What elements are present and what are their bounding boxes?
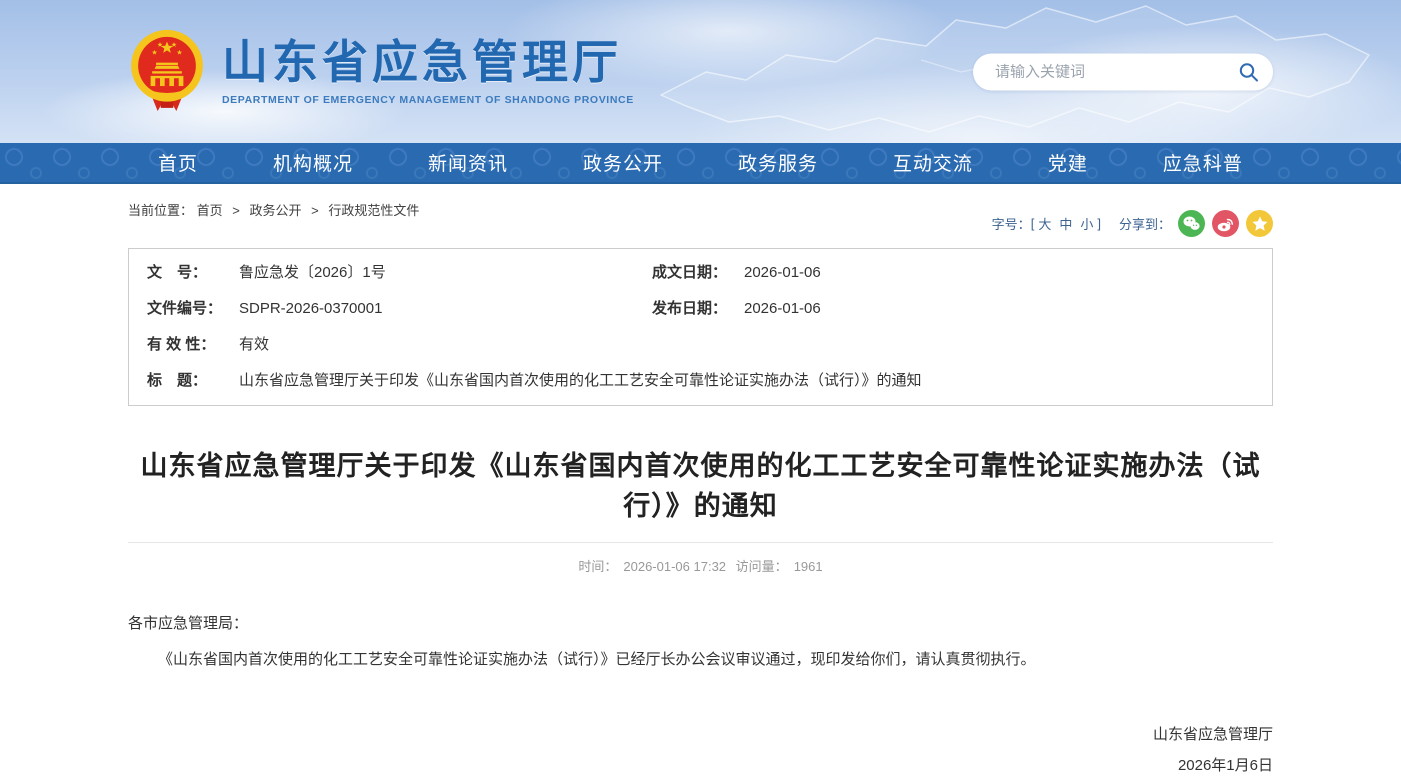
time-value: 2026-01-06 17:32 — [623, 559, 726, 574]
nav-item-interaction[interactable]: 互动交流 — [893, 149, 973, 176]
table-row: 文件编号： SDPR-2026-0370001 发布日期： 2026-01-06 — [129, 291, 1272, 327]
nav-item-gov-disclosure[interactable]: 政务公开 — [583, 149, 663, 176]
breadcrumb-regulatory-docs[interactable]: 行政规范性文件 — [328, 203, 419, 218]
font-size-bracket-open: [ — [1031, 216, 1035, 231]
site-logo[interactable]: 山东省应急管理厅 DEPARTMENT OF EMERGENCY MANAGEM… — [128, 28, 634, 116]
doc-title-value: 山东省应急管理厅关于印发《山东省国内首次使用的化工工艺安全可靠性论证实施办法（试… — [239, 371, 922, 391]
article-meta: 时间： 2026-01-06 17:32 访问量： 1961 — [128, 542, 1273, 575]
site-subtitle: DEPARTMENT OF EMERGENCY MANAGEMENT OF SH… — [222, 94, 634, 106]
breadcrumb-separator: > — [311, 203, 319, 218]
table-row: 标 题： 山东省应急管理厅关于印发《山东省国内首次使用的化工工艺安全可靠性论证实… — [129, 363, 1272, 399]
breadcrumb-gov-disclosure[interactable]: 政务公开 — [250, 203, 302, 218]
search-box — [973, 53, 1273, 90]
share-wechat-button[interactable] — [1178, 210, 1205, 237]
search-button[interactable] — [1238, 61, 1273, 82]
breadcrumb-prefix: 当前位置： — [128, 203, 193, 218]
signature-date: 2026年1月6日 — [128, 750, 1273, 781]
font-size-large[interactable]: 大 — [1038, 214, 1051, 233]
nav-item-emergency-science[interactable]: 应急科普 — [1163, 149, 1243, 176]
visits-label: 访问量： — [736, 559, 788, 574]
validity-label: 有 效 性： — [147, 335, 239, 355]
share-favorite-button[interactable] — [1246, 210, 1273, 237]
doc-title-label: 标 题： — [147, 371, 239, 391]
publish-date-label: 发布日期： — [652, 299, 744, 319]
article-body: 各市应急管理局： 《山东省国内首次使用的化工工艺安全可靠性论证实施办法（试行）》… — [128, 611, 1273, 781]
publish-date-value: 2026-01-06 — [744, 299, 821, 319]
main-nav: 首页 机构概况 新闻资讯 政务公开 政务服务 互动交流 党建 应急科普 — [0, 143, 1401, 184]
file-code-value: SDPR-2026-0370001 — [239, 299, 382, 319]
article-signature: 山东省应急管理厅 2026年1月6日 — [128, 719, 1273, 781]
font-size-bracket-close: ] — [1097, 216, 1101, 231]
share-label: 分享到： — [1119, 214, 1171, 233]
weibo-icon — [1217, 216, 1234, 232]
document-info-table: 文 号： 鲁应急发〔2026〕1号 成文日期： 2026-01-06 文件编号：… — [128, 248, 1273, 406]
doc-number-value: 鲁应急发〔2026〕1号 — [239, 263, 386, 283]
doc-number-label: 文 号： — [147, 263, 239, 283]
validity-value: 有效 — [239, 335, 269, 355]
visits-value: 1961 — [794, 559, 823, 574]
nav-item-party-building[interactable]: 党建 — [1048, 149, 1088, 176]
font-size-label: 字号： — [992, 214, 1031, 233]
nav-item-news[interactable]: 新闻资讯 — [428, 149, 508, 176]
share-weibo-button[interactable] — [1212, 210, 1239, 237]
search-icon — [1238, 61, 1259, 82]
nav-item-gov-services[interactable]: 政务服务 — [738, 149, 818, 176]
table-row: 文 号： 鲁应急发〔2026〕1号 成文日期： 2026-01-06 — [129, 255, 1272, 291]
page-title: 山东省应急管理厅关于印发《山东省国内首次使用的化工工艺安全可靠性论证实施办法（试… — [128, 446, 1273, 526]
nav-item-about[interactable]: 机构概况 — [273, 149, 353, 176]
breadcrumb-separator: > — [232, 203, 240, 218]
star-icon — [1252, 216, 1268, 232]
time-label: 时间： — [578, 559, 617, 574]
article-salutation: 各市应急管理局： — [128, 611, 1273, 637]
written-date-value: 2026-01-06 — [744, 263, 821, 283]
written-date-label: 成文日期： — [652, 263, 744, 283]
article-toolbar: 字号： [ 大 中 小 ] 分享到： — [992, 210, 1273, 237]
article-paragraph: 《山东省国内首次使用的化工工艺安全可靠性论证实施办法（试行）》已经厅长办公会议审… — [128, 647, 1273, 673]
breadcrumb-home[interactable]: 首页 — [197, 203, 223, 218]
wechat-icon — [1183, 216, 1200, 231]
breadcrumb: 当前位置： 首页 > 政务公开 > 行政规范性文件 — [128, 200, 419, 219]
site-title: 山东省应急管理厅 — [222, 37, 634, 88]
file-code-label: 文件编号： — [147, 299, 239, 319]
font-size-medium[interactable]: 中 — [1059, 214, 1072, 233]
search-input[interactable] — [973, 63, 1238, 80]
breadcrumb-toolbar-row: 当前位置： 首页 > 政务公开 > 行政规范性文件 字号： [ 大 中 小 ] … — [128, 184, 1273, 248]
nav-item-home[interactable]: 首页 — [158, 149, 198, 176]
font-size-small[interactable]: 小 — [1080, 214, 1093, 233]
national-emblem-icon — [128, 28, 206, 116]
signature-org: 山东省应急管理厅 — [128, 719, 1273, 750]
table-row: 有 效 性： 有效 — [129, 327, 1272, 363]
site-header: 山东省应急管理厅 DEPARTMENT OF EMERGENCY MANAGEM… — [0, 0, 1401, 143]
